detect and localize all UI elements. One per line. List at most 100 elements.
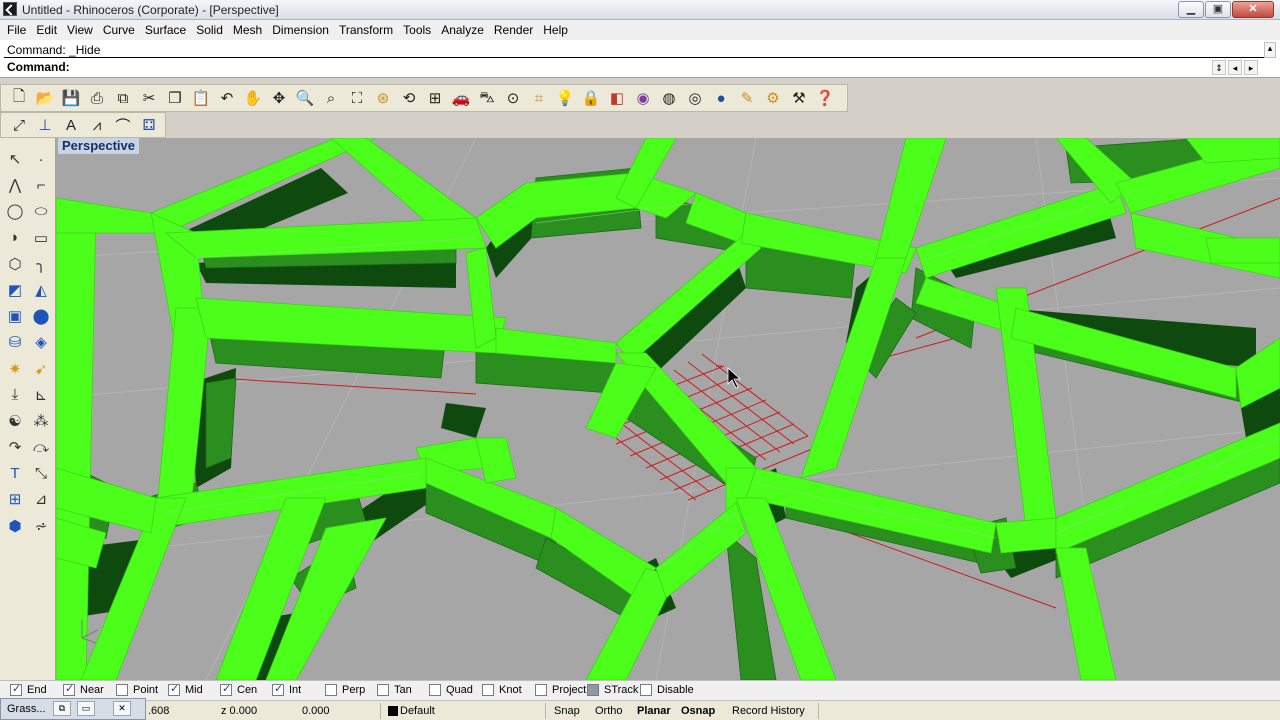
point-snap-icon[interactable]: ⊙ (501, 87, 525, 109)
new-file-icon[interactable]: 🗋 (7, 87, 31, 109)
menu-surface[interactable]: Surface (140, 23, 191, 37)
viewport-title[interactable]: Perspective (58, 138, 139, 154)
surface-tools-icon[interactable]: ⌒ (111, 114, 135, 136)
zoom-extents-icon[interactable]: ⛶ (345, 87, 369, 109)
command-next-icon[interactable]: ▸ (1244, 60, 1258, 75)
sphere-shaded-icon[interactable]: ◎ (683, 87, 707, 109)
planar-toggle[interactable]: Planar (637, 705, 671, 717)
surface-corner-icon[interactable]: ◩ (2, 277, 28, 303)
undo-icon[interactable]: ↶ (215, 87, 239, 109)
menu-mesh[interactable]: Mesh (228, 23, 267, 37)
record-history-toggle[interactable]: Record History (732, 705, 805, 717)
menu-dimension[interactable]: Dimension (267, 23, 334, 37)
zoom-window-icon[interactable]: ⌕ (319, 87, 343, 109)
menu-tools[interactable]: Tools (398, 23, 436, 37)
osnap-near[interactable]: Near (63, 682, 104, 696)
open-folder-icon[interactable]: 📂 (33, 87, 57, 109)
menu-curve[interactable]: Curve (98, 23, 140, 37)
cylinder-icon[interactable]: ⛁ (2, 329, 28, 355)
osnap-point[interactable]: Point (116, 684, 158, 696)
osnap-cen[interactable]: Cen (220, 682, 257, 696)
grid-snap-icon[interactable]: ⌗ (527, 87, 551, 109)
point-icon[interactable]: · (28, 146, 54, 172)
osnap-end[interactable]: End (10, 682, 47, 696)
ortho-toggle[interactable]: Ortho (595, 705, 623, 717)
select-points-icon[interactable]: ⤢ (7, 114, 31, 136)
minimize-button[interactable]: ▁ (1178, 1, 1204, 18)
group-icon[interactable]: ⁂ (28, 408, 54, 434)
curve-control-icon[interactable]: ⌐ (28, 172, 54, 198)
array-icon[interactable]: ⊞ (2, 486, 28, 512)
maximize-button[interactable]: ▣ (1205, 1, 1231, 18)
layer-color-swatch[interactable] (388, 706, 398, 716)
ellipse-icon[interactable]: ⬭ (28, 198, 54, 224)
menu-edit[interactable]: Edit (31, 23, 62, 37)
circle-icon[interactable]: ◯ (2, 198, 28, 224)
sphere-wire-icon[interactable]: ◍ (657, 87, 681, 109)
rhino-app-icon[interactable] (3, 2, 17, 16)
offset-icon[interactable]: ⊾ (28, 382, 54, 408)
polygon-icon[interactable]: ⬡ (2, 251, 28, 277)
command-prompt[interactable]: Command: (7, 60, 70, 74)
perspective-viewport[interactable]: Perspective (56, 138, 1280, 680)
sphere-render-icon[interactable]: ● (709, 87, 733, 109)
menu-view[interactable]: View (62, 23, 98, 37)
command-spin-icon[interactable]: ⇕ (1212, 60, 1226, 75)
rotate-icon[interactable]: ⟲ (397, 87, 421, 109)
zoom-selected-icon[interactable]: ⊛ (371, 87, 395, 109)
dimension-icon[interactable]: ⤡ (28, 460, 54, 486)
rectangle-icon[interactable]: ▭ (28, 225, 54, 251)
current-layer[interactable]: Default (400, 705, 435, 717)
rotate-view-icon[interactable]: ✥ (267, 87, 291, 109)
grasshopper-minimized-window[interactable]: Grass... ⧉ ▭ ✕ (0, 698, 146, 720)
copy-icon[interactable]: ❐ (163, 87, 187, 109)
box-icon[interactable]: ▣ (2, 303, 28, 329)
text-object-icon[interactable]: A (59, 114, 83, 136)
osnap-mid[interactable]: Mid (168, 682, 203, 696)
export-icon[interactable]: ⧉ (111, 87, 135, 109)
maximize-button[interactable]: ▭ (77, 701, 95, 716)
select-arrow-icon[interactable]: ↖ (2, 146, 28, 172)
close-button[interactable]: ✕ (113, 701, 131, 716)
menu-file[interactable]: File (2, 23, 31, 37)
car-wireframe-icon[interactable]: ⛍ (475, 87, 499, 109)
mesh-icon[interactable]: ◈ (28, 329, 54, 355)
render-box-icon[interactable]: ⬢ (2, 513, 28, 539)
car-icon[interactable]: 🚗 (449, 87, 473, 109)
properties-icon[interactable]: ⚒ (787, 87, 811, 109)
pan-hand-icon[interactable]: ✋ (241, 87, 265, 109)
lock-icon[interactable]: 🔒 (579, 87, 603, 109)
osnap-tan[interactable]: Tan (377, 684, 412, 696)
grasshopper-icon[interactable]: ⩫ (28, 513, 54, 539)
gear-options-icon[interactable]: ⚙ (761, 87, 785, 109)
osnap-disable[interactable]: Disable (640, 684, 694, 696)
loft-icon[interactable]: ◭ (28, 277, 54, 303)
history-scrollbar[interactable]: ▴ (1264, 42, 1276, 58)
render-icon[interactable]: ✎ (735, 87, 759, 109)
snap-toggle[interactable]: Snap (554, 705, 580, 717)
paste-icon[interactable]: 📋 (189, 87, 213, 109)
osnap-toggle[interactable]: Osnap (681, 705, 715, 717)
help-icon[interactable]: ❓ (813, 87, 837, 109)
menu-help[interactable]: Help (538, 23, 573, 37)
gumball-icon[interactable]: ⊥ (33, 114, 57, 136)
menu-transform[interactable]: Transform (334, 23, 398, 37)
osnap-perp[interactable]: Perp (325, 684, 365, 696)
color-wheel-icon[interactable]: ◉ (631, 87, 655, 109)
sphere-icon[interactable]: ⬤ (28, 303, 54, 329)
command-prev-icon[interactable]: ◂ (1228, 60, 1242, 75)
trim-icon[interactable]: ✷ (2, 356, 28, 382)
mirror-icon[interactable]: ⊿ (28, 486, 54, 512)
menu-analyze[interactable]: Analyze (436, 23, 489, 37)
fillet-curve-icon[interactable]: ╮ (28, 251, 54, 277)
polyline-icon[interactable]: ⋀ (2, 172, 28, 198)
menu-render[interactable]: Render (489, 23, 538, 37)
osnap-strack[interactable]: STrack (587, 684, 638, 696)
cut-icon[interactable]: ✂ (137, 87, 161, 109)
light-bulb-icon[interactable]: 💡 (553, 87, 577, 109)
mesh-tools-icon[interactable]: ⚃ (137, 114, 161, 136)
extend-icon[interactable]: ➹ (28, 356, 54, 382)
viewport-scene[interactable] (56, 138, 1280, 680)
boolean-icon[interactable]: ☯ (2, 408, 28, 434)
osnap-quad[interactable]: Quad (429, 684, 473, 696)
